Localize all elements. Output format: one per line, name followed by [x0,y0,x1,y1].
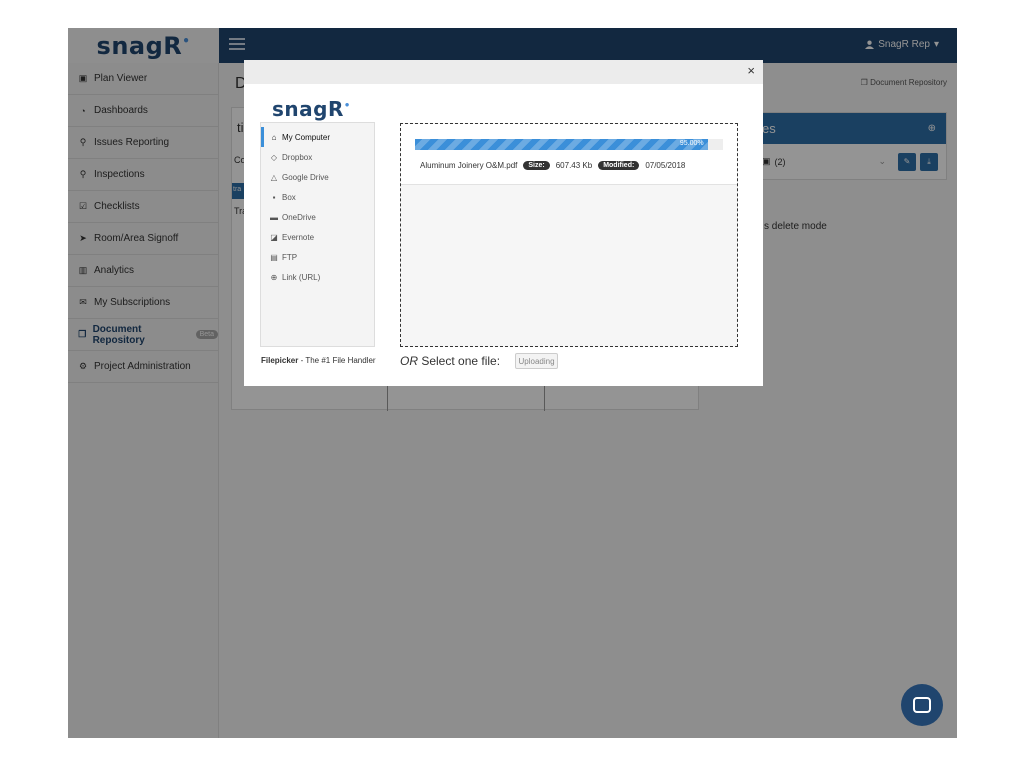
close-icon[interactable]: × [747,63,755,78]
source-item-evernote[interactable]: ◪ Evernote [261,227,374,247]
source-item-ftp[interactable]: ▤ FTP [261,247,374,267]
source-item-label: Box [282,192,296,202]
source-item-label: Evernote [282,232,315,242]
source-list: ⌂ My Computer ◇ Dropbox △ Google Drive ▪ Box ▬ On… [260,122,375,347]
source-item-label: FTP [282,252,298,262]
upload-progress-text: 95.00% [679,140,704,147]
upload-progress-fill: 95.00% [415,139,708,150]
home-icon: ⌂ [271,132,277,142]
source-item-dropbox[interactable]: ◇ Dropbox [261,147,374,167]
source-item-box[interactable]: ▪ Box [261,187,374,207]
source-item-label: My Computer [282,132,331,142]
source-item-label: Link (URL) [282,272,321,282]
chat-icon [913,697,931,713]
file-modified: 07/05/2018 [645,161,686,170]
select-file-label: OR Select one file: [400,354,501,368]
filepicker-footer: Filepicker - The #1 File Handler [261,356,376,365]
chat-launcher-button[interactable] [901,684,943,726]
file-info: Aluminum Joinery O&M.pdf Size: 607.43 Kb… [420,161,685,170]
upload-item: 95.00% Aluminum Joinery O&M.pdf Size: 60… [401,124,737,185]
onedrive-icon: ▬ [270,212,278,222]
google-drive-icon: △ [270,172,278,182]
file-drop-zone[interactable]: 95.00% Aluminum Joinery O&M.pdf Size: 60… [400,123,738,347]
file-size: 607.43 Kb [555,161,593,170]
evernote-icon: ◪ [270,232,278,242]
file-name: Aluminum Joinery O&M.pdf [420,161,518,170]
modified-badge: Modified: [598,161,640,170]
source-item-label: Dropbox [282,152,313,162]
size-badge: Size: [523,161,550,170]
source-item-link-url[interactable]: ⊕ Link (URL) [261,267,374,287]
upload-progress-bar: 95.00% [415,139,723,150]
ftp-icon: ▤ [270,252,278,262]
link-icon: ⊕ [270,272,278,282]
dialog-header: × [244,60,763,84]
dropbox-icon: ◇ [270,152,278,162]
uploading-button[interactable]: Uploading [515,353,558,369]
source-item-onedrive[interactable]: ▬ OneDrive [261,207,374,227]
dialog-logo: snagR• [272,97,351,121]
source-item-google-drive[interactable]: △ Google Drive [261,167,374,187]
source-item-label: Google Drive [282,172,329,182]
filepicker-dialog: × snagR• ⌂ My Computer ◇ Dropbox △ Google Dri… [244,60,763,386]
box-icon: ▪ [272,192,276,202]
source-item-label: OneDrive [282,212,316,222]
source-item-my-computer[interactable]: ⌂ My Computer [261,127,374,147]
